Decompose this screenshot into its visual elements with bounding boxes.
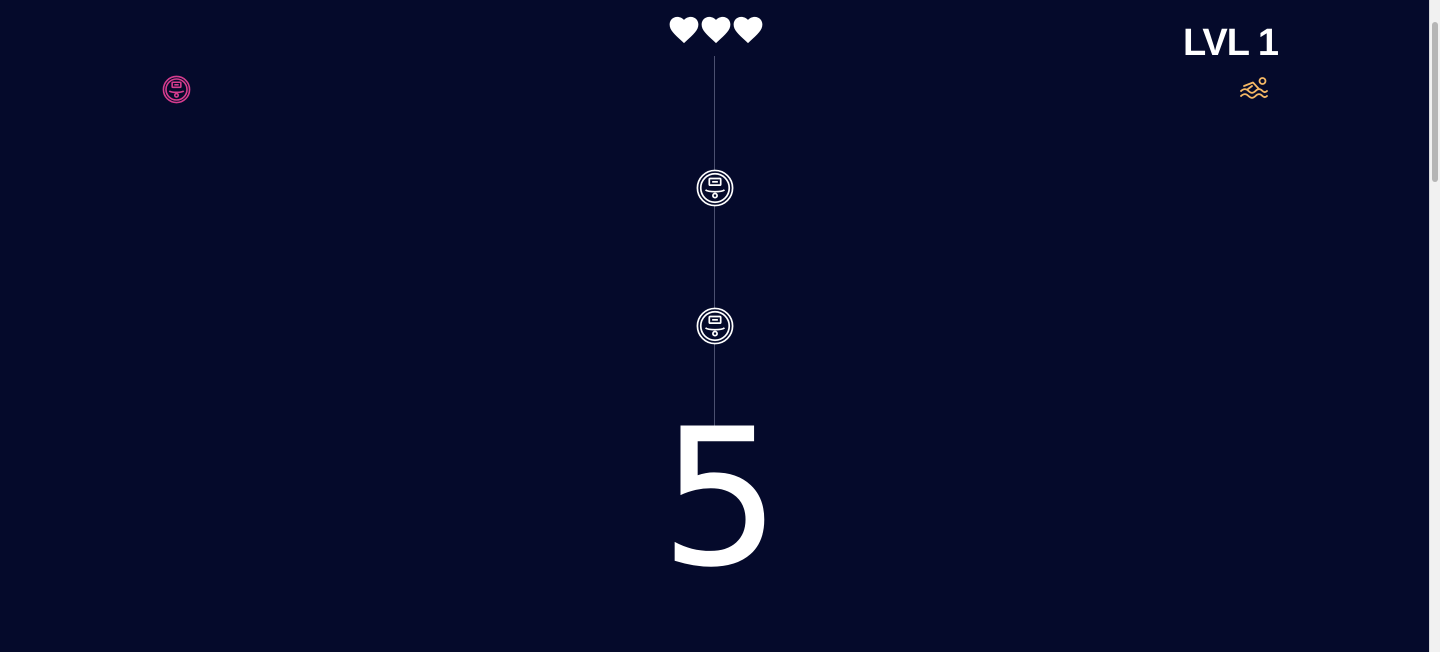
lane-track bbox=[714, 56, 715, 428]
page-scrollbar[interactable] bbox=[1429, 0, 1440, 652]
heart-icon bbox=[733, 16, 763, 44]
game-stage[interactable]: LVL 1 5 bbox=[0, 0, 1430, 652]
countdown-number: 5 bbox=[660, 388, 781, 609]
obstacle-robot-vacuum-icon bbox=[696, 169, 734, 207]
scrollbar-thumb[interactable] bbox=[1432, 22, 1438, 182]
obstacle-robot-vacuum-icon bbox=[696, 307, 734, 345]
heart-icon bbox=[669, 16, 699, 44]
player-robot-vacuum-icon bbox=[162, 75, 191, 104]
heart-icon bbox=[701, 16, 731, 44]
swimmer-icon bbox=[1240, 77, 1268, 99]
lives-display bbox=[669, 16, 763, 44]
level-indicator: LVL 1 bbox=[1183, 22, 1279, 64]
